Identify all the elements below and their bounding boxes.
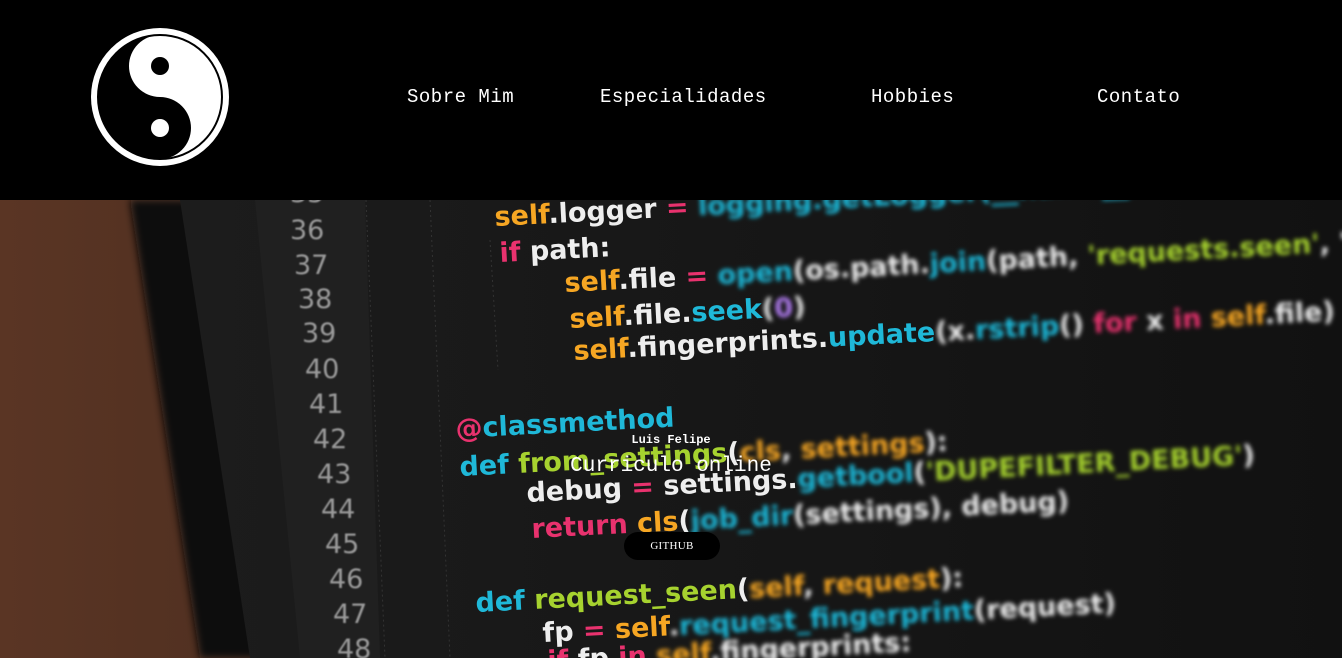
- nav-link-sobre-mim[interactable]: Sobre Mim: [407, 86, 514, 108]
- nav-link-hobbies[interactable]: Hobbies: [871, 86, 954, 108]
- hero-title: Curriculo online: [570, 455, 772, 478]
- main-nav: Sobre Mim Especialidades Hobbies Contato: [0, 86, 1342, 112]
- nav-link-contato[interactable]: Contato: [1097, 86, 1180, 108]
- site-header: Sobre Mim Especialidades Hobbies Contato: [0, 0, 1342, 200]
- hero-name: Luis Felipe: [631, 433, 711, 447]
- github-button[interactable]: GITHUB: [624, 532, 720, 560]
- hero-content: Luis Felipe Curriculo online GITHUB: [0, 200, 1342, 658]
- nav-link-especialidades[interactable]: Especialidades: [600, 86, 767, 108]
- hero-section: 3536373839404142434445464748 self.logger…: [0, 200, 1342, 658]
